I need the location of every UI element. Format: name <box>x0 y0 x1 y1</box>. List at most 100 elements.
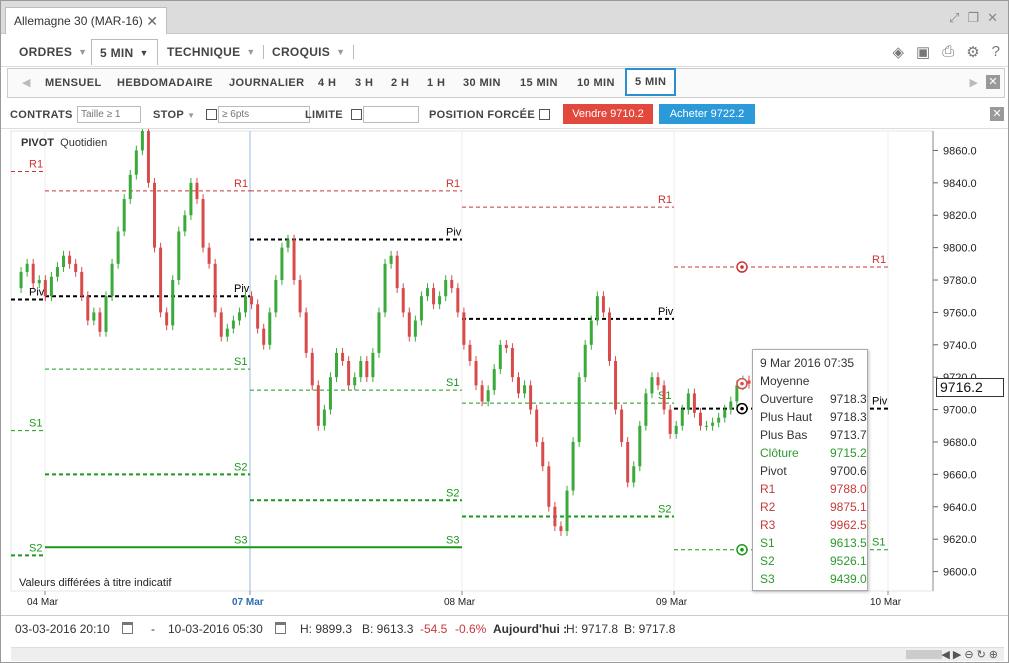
y-tick-label: 9600.0 <box>943 567 977 579</box>
stop-label-text: STOP <box>153 109 184 121</box>
candle-body <box>274 280 278 313</box>
period-30min[interactable]: 30 MIN <box>463 69 501 97</box>
menu-interval[interactable]: 5 MIN ▼ <box>91 39 158 65</box>
order-bar: CONTRATS STOP ▼ LIMITE POSITION FORCÉE V… <box>1 101 1008 129</box>
y-tick-label: 9820.0 <box>943 210 977 222</box>
zoom-in-icon[interactable]: ⊕ <box>989 648 998 661</box>
y-tick-label: 9620.0 <box>943 534 977 546</box>
period-2h[interactable]: 2 H <box>391 69 409 97</box>
candle-body <box>377 312 381 353</box>
candle-body <box>55 267 59 277</box>
buy-button[interactable]: Acheter 9722.2 <box>659 104 755 124</box>
menu-croquis[interactable]: CROQUIS ▼ <box>272 39 345 65</box>
candle-body <box>638 425 642 467</box>
stop-label[interactable]: STOP ▼ <box>153 109 195 121</box>
candle-body <box>250 296 254 305</box>
print-icon[interactable]: ⎙ <box>942 43 954 61</box>
position-forcee-checkbox[interactable] <box>539 109 550 120</box>
calendar-icon[interactable] <box>275 622 286 634</box>
candle-body <box>516 377 520 394</box>
candle-body <box>213 263 217 313</box>
tooltip-row: R2 9875.1 <box>760 498 867 516</box>
chevron-down-icon: ▼ <box>78 47 88 57</box>
candle-body <box>620 409 624 442</box>
tooltip-row: R1 9788.0 <box>760 480 867 498</box>
period-4h[interactable]: 4 H <box>318 69 336 97</box>
period-5min[interactable]: 5 MIN <box>625 68 677 96</box>
time-scrollbar[interactable]: ◀ ▶ ⊖ ↻ ⊕ <box>11 647 1004 661</box>
candle-body <box>419 296 423 321</box>
y-tick-label: 9780.0 <box>943 275 977 287</box>
today-low: B: 9717.8 <box>624 622 676 636</box>
level-pivot-label: Piv <box>658 306 674 318</box>
level-pivot-label: Piv <box>29 286 45 298</box>
close-window-icon[interactable]: ✕ <box>987 10 998 26</box>
level-s3-label: S3 <box>234 534 247 546</box>
candle-body <box>286 239 290 248</box>
candle-body <box>140 131 144 151</box>
candle-body <box>74 263 78 272</box>
close-tab-icon[interactable]: ✕ <box>146 13 158 30</box>
image-icon[interactable]: ▣ <box>916 43 930 61</box>
period-bar: ◀ MENSUEL HEBDOMADAIRE JOURNALIER 4 H 3 … <box>7 68 1005 98</box>
level-s1-label: S1 <box>234 356 247 368</box>
reset-icon[interactable]: ↻ <box>977 648 986 661</box>
menu-divider <box>353 45 354 59</box>
candle-body <box>256 304 260 329</box>
scroll-left-icon[interactable]: ◀ <box>22 76 30 89</box>
calendar-icon[interactable] <box>122 622 133 634</box>
contract-size-input[interactable] <box>77 106 141 123</box>
tooltip-date: 9 Mar 2016 07:35 <box>760 356 855 370</box>
period-mensuel[interactable]: MENSUEL <box>45 69 102 97</box>
chevron-down-icon: ▼ <box>187 111 196 120</box>
candle-tooltip: 9 Mar 2016 07:35 Moyenne Ouverture 9718.3… <box>752 349 868 591</box>
layers-icon[interactable]: ◈ <box>892 43 904 61</box>
gear-icon[interactable]: ⚙ <box>966 43 979 61</box>
tooltip-row: Pivot 9700.6 <box>760 462 867 480</box>
scroll-left-icon[interactable]: ◀ <box>941 648 949 661</box>
sell-button[interactable]: Vendre 9710.2 <box>563 104 653 124</box>
level-marker-dot <box>740 406 744 411</box>
menu-ordres[interactable]: ORDRES ▼ <box>19 39 87 65</box>
scrollbar-thumb[interactable] <box>906 650 942 659</box>
stop-input[interactable] <box>218 106 310 123</box>
candle-body <box>632 466 636 483</box>
period-journalier[interactable]: JOURNALIER <box>229 69 305 97</box>
period-3h[interactable]: 3 H <box>355 69 373 97</box>
candle-body <box>322 409 326 426</box>
y-tick-label: 9800.0 <box>943 243 977 255</box>
expand-icon[interactable]: ⤢ <box>949 10 959 26</box>
candle-body <box>401 288 405 313</box>
level-s3-label: S3 <box>446 534 459 546</box>
level-s2-label: S2 <box>29 542 42 554</box>
close-orderbar-icon[interactable]: ✕ <box>990 107 1004 121</box>
scroll-right-icon[interactable]: ▶ <box>953 648 961 661</box>
candle-body <box>359 361 363 378</box>
scroll-right-icon[interactable]: ▶ <box>970 76 978 89</box>
help-icon[interactable]: ? <box>992 43 1000 61</box>
candle-body <box>498 344 502 370</box>
candle-body <box>510 348 514 378</box>
limit-checkbox[interactable] <box>351 109 362 120</box>
candle-body <box>365 361 369 378</box>
tooltip-row-label: Clôture <box>760 446 799 460</box>
limit-input[interactable] <box>363 106 419 123</box>
candle-body <box>644 393 648 426</box>
period-15min[interactable]: 15 MIN <box>520 69 558 97</box>
period-10min[interactable]: 10 MIN <box>577 69 615 97</box>
stop-checkbox[interactable] <box>206 109 217 120</box>
candle-body <box>486 390 490 402</box>
period-hebdomadaire[interactable]: HEBDOMADAIRE <box>117 69 213 97</box>
tooltip-row-value: 9875.1 <box>830 500 867 514</box>
candle-body <box>692 393 696 413</box>
period-1h[interactable]: 1 H <box>427 69 445 97</box>
instrument-tab[interactable]: Allemagne 30 (MAR-16) ✕ <box>5 7 167 34</box>
candle-body <box>62 255 66 268</box>
close-periods-icon[interactable]: ✕ <box>986 75 1000 89</box>
candle-body <box>589 320 593 345</box>
menu-tools: ◈ ▣ ⎙ ⚙ ? <box>892 43 1000 61</box>
popout-icon[interactable]: ❐ <box>967 10 979 26</box>
menu-technique[interactable]: TECHNIQUE ▼ <box>167 39 256 65</box>
candle-body <box>110 263 114 297</box>
zoom-out-icon[interactable]: ⊖ <box>964 648 973 661</box>
